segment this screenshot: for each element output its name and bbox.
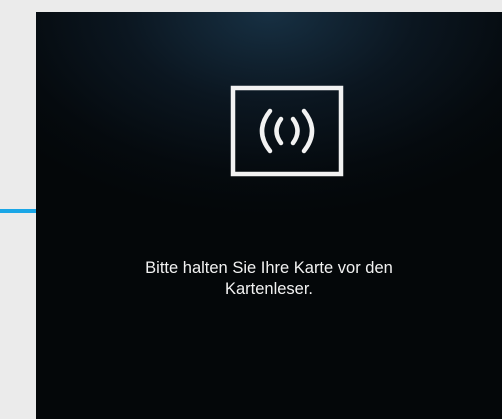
card-instruction-text: Bitte halten Sie Ihre Karte vor den Kart… bbox=[36, 258, 502, 300]
instruction-line-1: Bitte halten Sie Ihre Karte vor den bbox=[145, 259, 393, 277]
contactless-card-icon bbox=[230, 85, 344, 177]
instruction-line-2: Kartenleser. bbox=[224, 280, 314, 298]
app-stage: Bitte halten Sie Ihre Karte vor den Kart… bbox=[0, 0, 502, 419]
card-reader-screen: Bitte halten Sie Ihre Karte vor den Kart… bbox=[36, 12, 502, 419]
accent-divider bbox=[0, 209, 36, 213]
